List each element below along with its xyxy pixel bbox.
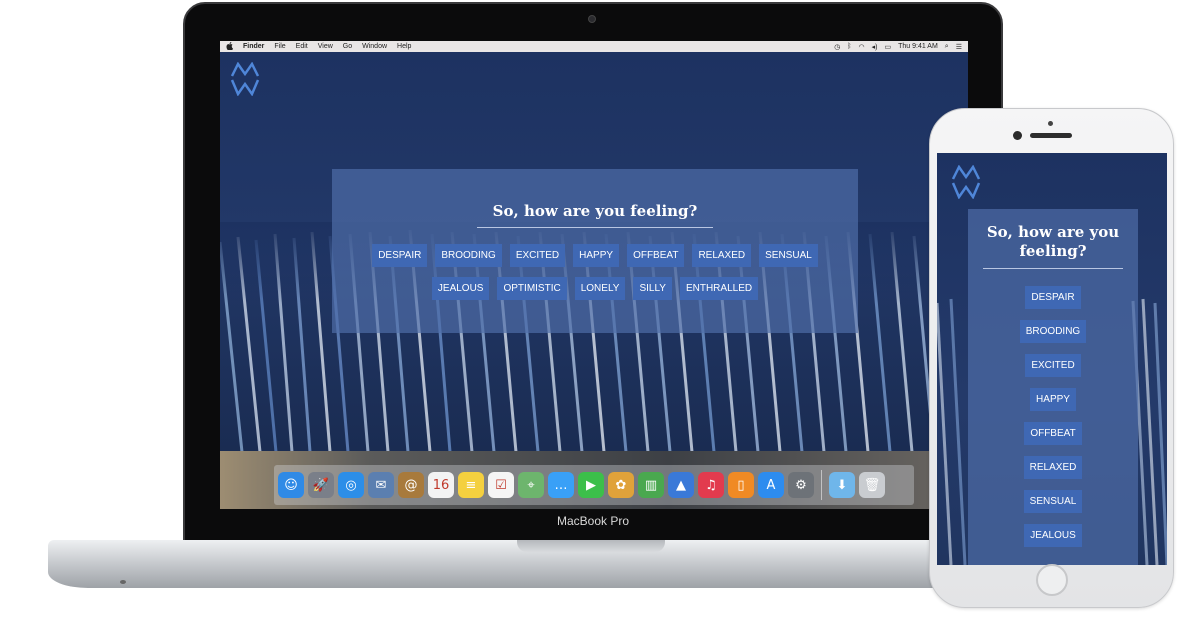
mood-question-heading: So, how are you feeling? — [492, 202, 698, 220]
mood-button-lonely[interactable]: LONELY — [574, 277, 626, 300]
macbook-foot — [120, 580, 126, 584]
mood-button-sensual[interactable]: SENSUAL — [1023, 490, 1083, 513]
facetime-icon[interactable]: ▶ — [578, 472, 604, 498]
mood-panel-mobile: So, how are you feeling? DESPAIR BROODIN… — [968, 209, 1138, 565]
mail-icon[interactable]: ✉ — [368, 472, 394, 498]
mood-button-group: DESPAIR BROODING EXCITED HAPPY OFFBEAT R… — [357, 244, 833, 300]
mood-button-offbeat[interactable]: OFFBEAT — [1024, 422, 1082, 445]
iphone-front-camera — [1013, 131, 1022, 140]
numbers-icon[interactable]: ▥ — [638, 472, 664, 498]
macbook-label: MacBook Pro — [556, 514, 630, 528]
menubar-status-area: ◷ ᛒ ◠ ◂) ▭ Thu 9:41 AM ⌕ ☰ — [834, 43, 962, 51]
calendar-icon[interactable]: 16 — [428, 472, 454, 498]
mood-button-brooding[interactable]: BROODING — [1019, 320, 1087, 343]
menubar-clock[interactable]: Thu 9:41 AM — [898, 43, 938, 50]
mood-button-despair[interactable]: DESPAIR — [372, 244, 428, 267]
mood-panel: So, how are you feeling? DESPAIR BROODIN… — [332, 169, 858, 333]
site-logo-mobile[interactable] — [951, 165, 981, 199]
bluetooth-icon[interactable]: ᛒ — [847, 43, 851, 50]
mood-button-enthralled[interactable]: ENTHRALLED — [679, 277, 759, 300]
system-preferences-icon[interactable]: ⚙ — [788, 472, 814, 498]
safari-icon[interactable]: ◎ — [338, 472, 364, 498]
menu-file[interactable]: File — [274, 43, 285, 50]
mood-button-offbeat[interactable]: OFFBEAT — [627, 244, 685, 267]
mood-button-excited[interactable]: EXCITED — [509, 244, 566, 267]
iphone-home-button[interactable] — [1036, 564, 1068, 596]
contacts-icon[interactable]: @ — [398, 472, 424, 498]
iphone-speaker — [1030, 133, 1072, 138]
mood-button-excited[interactable]: EXCITED — [1025, 354, 1081, 377]
mood-question-heading-mobile: So, how are you feeling? — [986, 223, 1120, 260]
maps-icon[interactable]: ⌖ — [518, 472, 544, 498]
website-desktop: So, how are you feeling? DESPAIR BROODIN… — [220, 52, 968, 452]
downloads-folder-icon[interactable]: ⬇ — [829, 472, 855, 498]
trash-icon[interactable]: 🗑 — [859, 472, 885, 498]
menu-finder[interactable]: Finder — [243, 43, 264, 50]
heading-divider — [477, 227, 713, 228]
notification-center-icon[interactable]: ☰ — [956, 43, 962, 51]
app-store-icon[interactable]: A — [758, 472, 784, 498]
reminders-icon[interactable]: ☑ — [488, 472, 514, 498]
macbook-opening-notch — [517, 540, 665, 552]
spotlight-icon[interactable]: ⌕ — [945, 43, 949, 51]
product-mockup: Finder File Edit View Go Window Help ◷ ᛒ… — [0, 0, 1200, 630]
mood-button-sensual[interactable]: SENSUAL — [759, 244, 818, 267]
photos-icon[interactable]: ✿ — [608, 472, 634, 498]
menu-window[interactable]: Window — [362, 43, 387, 50]
volume-icon[interactable]: ◂) — [872, 43, 878, 51]
menu-go[interactable]: Go — [343, 43, 352, 50]
site-logo[interactable] — [230, 62, 260, 96]
messages-icon[interactable]: … — [548, 472, 574, 498]
time-machine-icon[interactable]: ◷ — [834, 43, 840, 51]
ibooks-icon[interactable]: ▯ — [728, 472, 754, 498]
finder-icon[interactable]: ☺ — [278, 472, 304, 498]
keynote-icon[interactable]: ▲ — [668, 472, 694, 498]
macbook-camera — [588, 15, 596, 23]
mood-button-relaxed[interactable]: RELAXED — [1023, 456, 1083, 479]
macbook-screen: Finder File Edit View Go Window Help ◷ ᛒ… — [220, 41, 968, 509]
mood-button-silly[interactable]: SILLY — [633, 277, 672, 300]
wifi-icon[interactable]: ◠ — [859, 43, 865, 51]
mood-button-happy[interactable]: HAPPY — [1030, 388, 1076, 411]
mood-button-jealous[interactable]: JEALOUS — [431, 277, 490, 300]
mood-button-happy[interactable]: HAPPY — [573, 244, 620, 267]
notes-icon[interactable]: ≡ — [458, 472, 484, 498]
iphone-screen: So, how are you feeling? DESPAIR BROODIN… — [937, 153, 1167, 565]
battery-icon[interactable]: ▭ — [884, 43, 891, 51]
itunes-icon[interactable]: ♫ — [698, 472, 724, 498]
macos-dock: ☺ 🚀 ◎ ✉ @16 ≡ ☑ ⌖… ▶ ✿ ▥ ▲ ♫ ▯ A ⚙ ⬇ 🗑 — [274, 465, 914, 505]
mood-button-brooding[interactable]: BROODING — [435, 244, 502, 267]
apple-menu-icon[interactable] — [226, 41, 234, 52]
mood-button-relaxed[interactable]: RELAXED — [692, 244, 752, 267]
menu-view[interactable]: View — [318, 43, 333, 50]
menu-edit[interactable]: Edit — [296, 43, 308, 50]
mood-button-jealous[interactable]: JEALOUS — [1024, 524, 1082, 547]
mood-button-list-mobile: DESPAIR BROODING EXCITED HAPPY OFFBEAT R… — [968, 286, 1138, 547]
iphone-sensor — [1048, 121, 1053, 126]
mood-button-optimistic[interactable]: OPTIMISTIC — [497, 277, 567, 300]
heading-divider-mobile — [983, 268, 1123, 269]
menu-help[interactable]: Help — [397, 43, 411, 50]
launchpad-icon[interactable]: 🚀 — [308, 472, 334, 498]
dock-separator — [821, 470, 822, 500]
mood-button-despair[interactable]: DESPAIR — [1025, 286, 1081, 309]
macos-menubar: Finder File Edit View Go Window Help ◷ ᛒ… — [220, 41, 968, 52]
